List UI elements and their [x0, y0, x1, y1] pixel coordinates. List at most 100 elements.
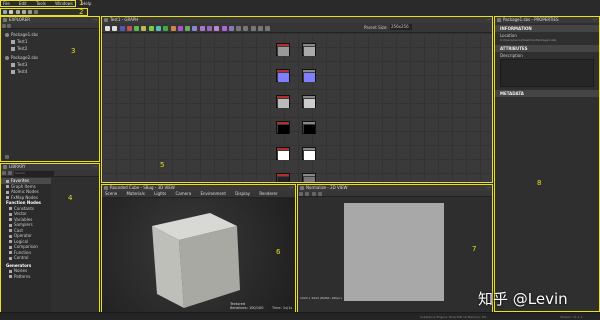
node-icon[interactable] [163, 26, 169, 31]
library-category-label: Atomic Nodes [11, 189, 39, 194]
view-icon[interactable] [8, 171, 13, 175]
channel-icon[interactable] [311, 192, 316, 196]
view3d-menu-renderer[interactable]: Renderer [259, 191, 277, 197]
frame-icon[interactable] [112, 26, 118, 31]
graph-row[interactable]: Test1 [5, 38, 99, 45]
undo-icon[interactable] [28, 10, 33, 14]
node-icon[interactable] [148, 26, 154, 31]
node-icon[interactable] [221, 26, 227, 31]
node-icon[interactable] [199, 26, 205, 31]
menu-edit[interactable]: Edit [19, 1, 27, 6]
node-icon[interactable] [141, 26, 147, 31]
channel-icon[interactable] [305, 192, 310, 196]
node-icon[interactable] [228, 26, 234, 31]
engine-status: Substance Engine: Direct3D 10 Memory: 0% [420, 315, 487, 319]
graph-node[interactable] [302, 121, 316, 134]
graph-row[interactable]: Test2 [5, 45, 99, 52]
channel-icon[interactable] [299, 192, 303, 196]
description-label: Description [500, 53, 523, 58]
node-icon[interactable] [206, 26, 212, 31]
information-section[interactable]: INFORMATION [495, 25, 599, 32]
node-icon[interactable] [265, 26, 271, 31]
node-icon[interactable] [257, 26, 263, 31]
node-icon[interactable] [250, 26, 256, 31]
menu-windows[interactable]: Windows [55, 1, 73, 6]
resolution-select[interactable]: 256x256 [390, 24, 412, 30]
graph-node[interactable] [276, 95, 290, 108]
graph-node[interactable] [302, 173, 316, 182]
library-item[interactable]: Control [1, 255, 51, 261]
graph-row[interactable]: Test3 [5, 61, 99, 68]
graph-node[interactable] [302, 43, 316, 56]
graph-node[interactable] [302, 95, 316, 108]
menu-file[interactable]: File [3, 1, 10, 6]
graph-icon [11, 40, 15, 44]
view3d-viewport[interactable]: Textured Iterations: 100/100 Time: 1s/1s… [102, 198, 295, 313]
new-icon[interactable] [3, 10, 7, 14]
marker-5: 5 [160, 161, 165, 169]
view3d-menu-display[interactable]: Display [235, 191, 250, 197]
open-icon[interactable] [9, 10, 14, 14]
graph-node[interactable] [276, 173, 290, 182]
view2d-canvas[interactable]: 1024 x 1024 (RGBA, 16bpc) 7 [298, 197, 492, 314]
view3d-menu: Scene Materials Lights Camera Environmen… [102, 191, 295, 198]
view3d-menu-scene[interactable]: Scene [105, 191, 117, 197]
package-row[interactable]: Package1.sbs [5, 31, 99, 38]
graph-node[interactable] [302, 69, 316, 82]
function-icon [9, 256, 12, 260]
node-icon[interactable] [134, 26, 140, 31]
redo-icon[interactable] [34, 10, 39, 14]
library-item[interactable]: Patterns [1, 274, 51, 280]
save-icon[interactable] [15, 10, 20, 14]
function-icon [9, 218, 12, 221]
node-icon[interactable] [177, 26, 183, 31]
node-icon[interactable] [192, 26, 198, 31]
graph-node[interactable] [302, 147, 316, 160]
node-icon[interactable] [243, 26, 249, 31]
graph-node[interactable] [276, 69, 290, 82]
package-icon [5, 56, 9, 60]
description-field[interactable] [500, 59, 594, 87]
category-icon [6, 185, 9, 188]
filter-icon[interactable] [5, 155, 9, 159]
library-search-input[interactable]: Search [14, 171, 54, 176]
node-icon[interactable] [185, 26, 191, 31]
graph-node[interactable] [276, 147, 290, 160]
graph-row[interactable]: Test4 [5, 68, 99, 75]
marker-8: 8 [537, 179, 542, 187]
watermark: 知乎 @Levin [478, 290, 568, 308]
new-package-icon[interactable] [2, 24, 6, 28]
library-content[interactable] [51, 178, 99, 319]
node-icon[interactable] [170, 26, 176, 31]
tile-icon[interactable] [317, 192, 322, 196]
import-icon[interactable] [7, 24, 11, 28]
function-icon [9, 234, 12, 238]
node-icon[interactable] [119, 26, 125, 31]
node-icon[interactable] [126, 26, 132, 31]
graph-name: Test2 [17, 46, 28, 51]
graph-node[interactable] [276, 43, 290, 56]
library-item-label: Cast [14, 227, 23, 233]
graph-node[interactable] [276, 121, 290, 134]
metadata-section[interactable]: METADATA [495, 90, 599, 97]
marker-3: 3 [71, 47, 76, 55]
node-icon[interactable] [155, 26, 161, 31]
node-icon[interactable] [236, 26, 242, 31]
view3d-menu-camera[interactable]: Camera [175, 191, 191, 197]
package-name: Package2.sbs [11, 55, 39, 60]
menu-tools[interactable]: Tools [36, 1, 46, 6]
view3d-menu-lights[interactable]: Lights [154, 191, 166, 197]
view3d-menu-materials[interactable]: Materials [126, 191, 144, 197]
save-all-icon[interactable] [21, 10, 26, 14]
category-icon [6, 196, 9, 199]
graph-canvas[interactable]: 5 [102, 33, 492, 182]
menu-help[interactable]: Help [82, 1, 91, 6]
panel-menu-icon[interactable]: ··· [593, 17, 597, 23]
select-icon[interactable] [105, 26, 110, 31]
view3d-menu-environment[interactable]: Environment [200, 191, 226, 197]
menu-bar: File Edit Tools Windows Help [0, 0, 91, 7]
package-row[interactable]: Package2.sbs [5, 54, 99, 61]
attributes-section[interactable]: ATTRIBUTES [495, 45, 599, 52]
view-icon[interactable] [2, 171, 6, 175]
node-icon[interactable] [214, 26, 220, 31]
